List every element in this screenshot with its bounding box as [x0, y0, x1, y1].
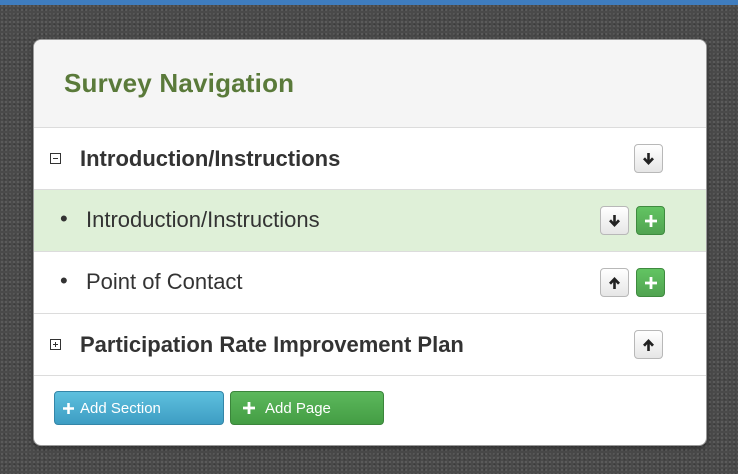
section-row-participation: Participation Rate Improvement Plan	[34, 314, 706, 376]
add-page-button[interactable]: Add Page	[230, 391, 384, 425]
move-down-button[interactable]	[634, 144, 663, 173]
add-page-after-button[interactable]	[636, 268, 665, 297]
add-page-label: Add Page	[265, 399, 331, 417]
page-label[interactable]: Introduction/Instructions	[86, 207, 320, 233]
plus-icon	[63, 402, 74, 414]
page-row-introduction: • Introduction/Instructions	[34, 190, 706, 252]
plus-icon	[644, 214, 657, 227]
add-section-label: Add Section	[80, 399, 161, 417]
move-up-button[interactable]	[634, 330, 663, 359]
page-label[interactable]: Point of Contact	[86, 269, 243, 295]
section-label[interactable]: Introduction/Instructions	[80, 146, 340, 172]
survey-navigation-panel: Survey Navigation Introduction/Instructi…	[34, 40, 706, 445]
collapse-icon[interactable]	[50, 153, 61, 164]
arrow-up-icon	[609, 276, 620, 289]
expand-icon[interactable]	[50, 339, 61, 350]
bullet-icon: •	[60, 206, 68, 231]
add-page-after-button[interactable]	[636, 206, 665, 235]
page-row-point-of-contact: • Point of Contact	[34, 252, 706, 314]
window-top-bar	[0, 0, 738, 5]
arrow-down-icon	[609, 214, 620, 227]
panel-header: Survey Navigation	[34, 40, 706, 128]
plus-icon	[243, 402, 255, 414]
panel-title: Survey Navigation	[64, 68, 295, 98]
plus-icon	[644, 276, 657, 289]
move-up-button[interactable]	[600, 268, 629, 297]
add-section-button[interactable]: Add Section	[54, 391, 224, 425]
section-label[interactable]: Participation Rate Improvement Plan	[80, 332, 464, 358]
bullet-icon: •	[60, 268, 68, 293]
arrow-down-icon	[643, 152, 654, 165]
arrow-up-icon	[643, 338, 654, 351]
section-row-introduction: Introduction/Instructions	[34, 128, 706, 190]
move-down-button[interactable]	[600, 206, 629, 235]
